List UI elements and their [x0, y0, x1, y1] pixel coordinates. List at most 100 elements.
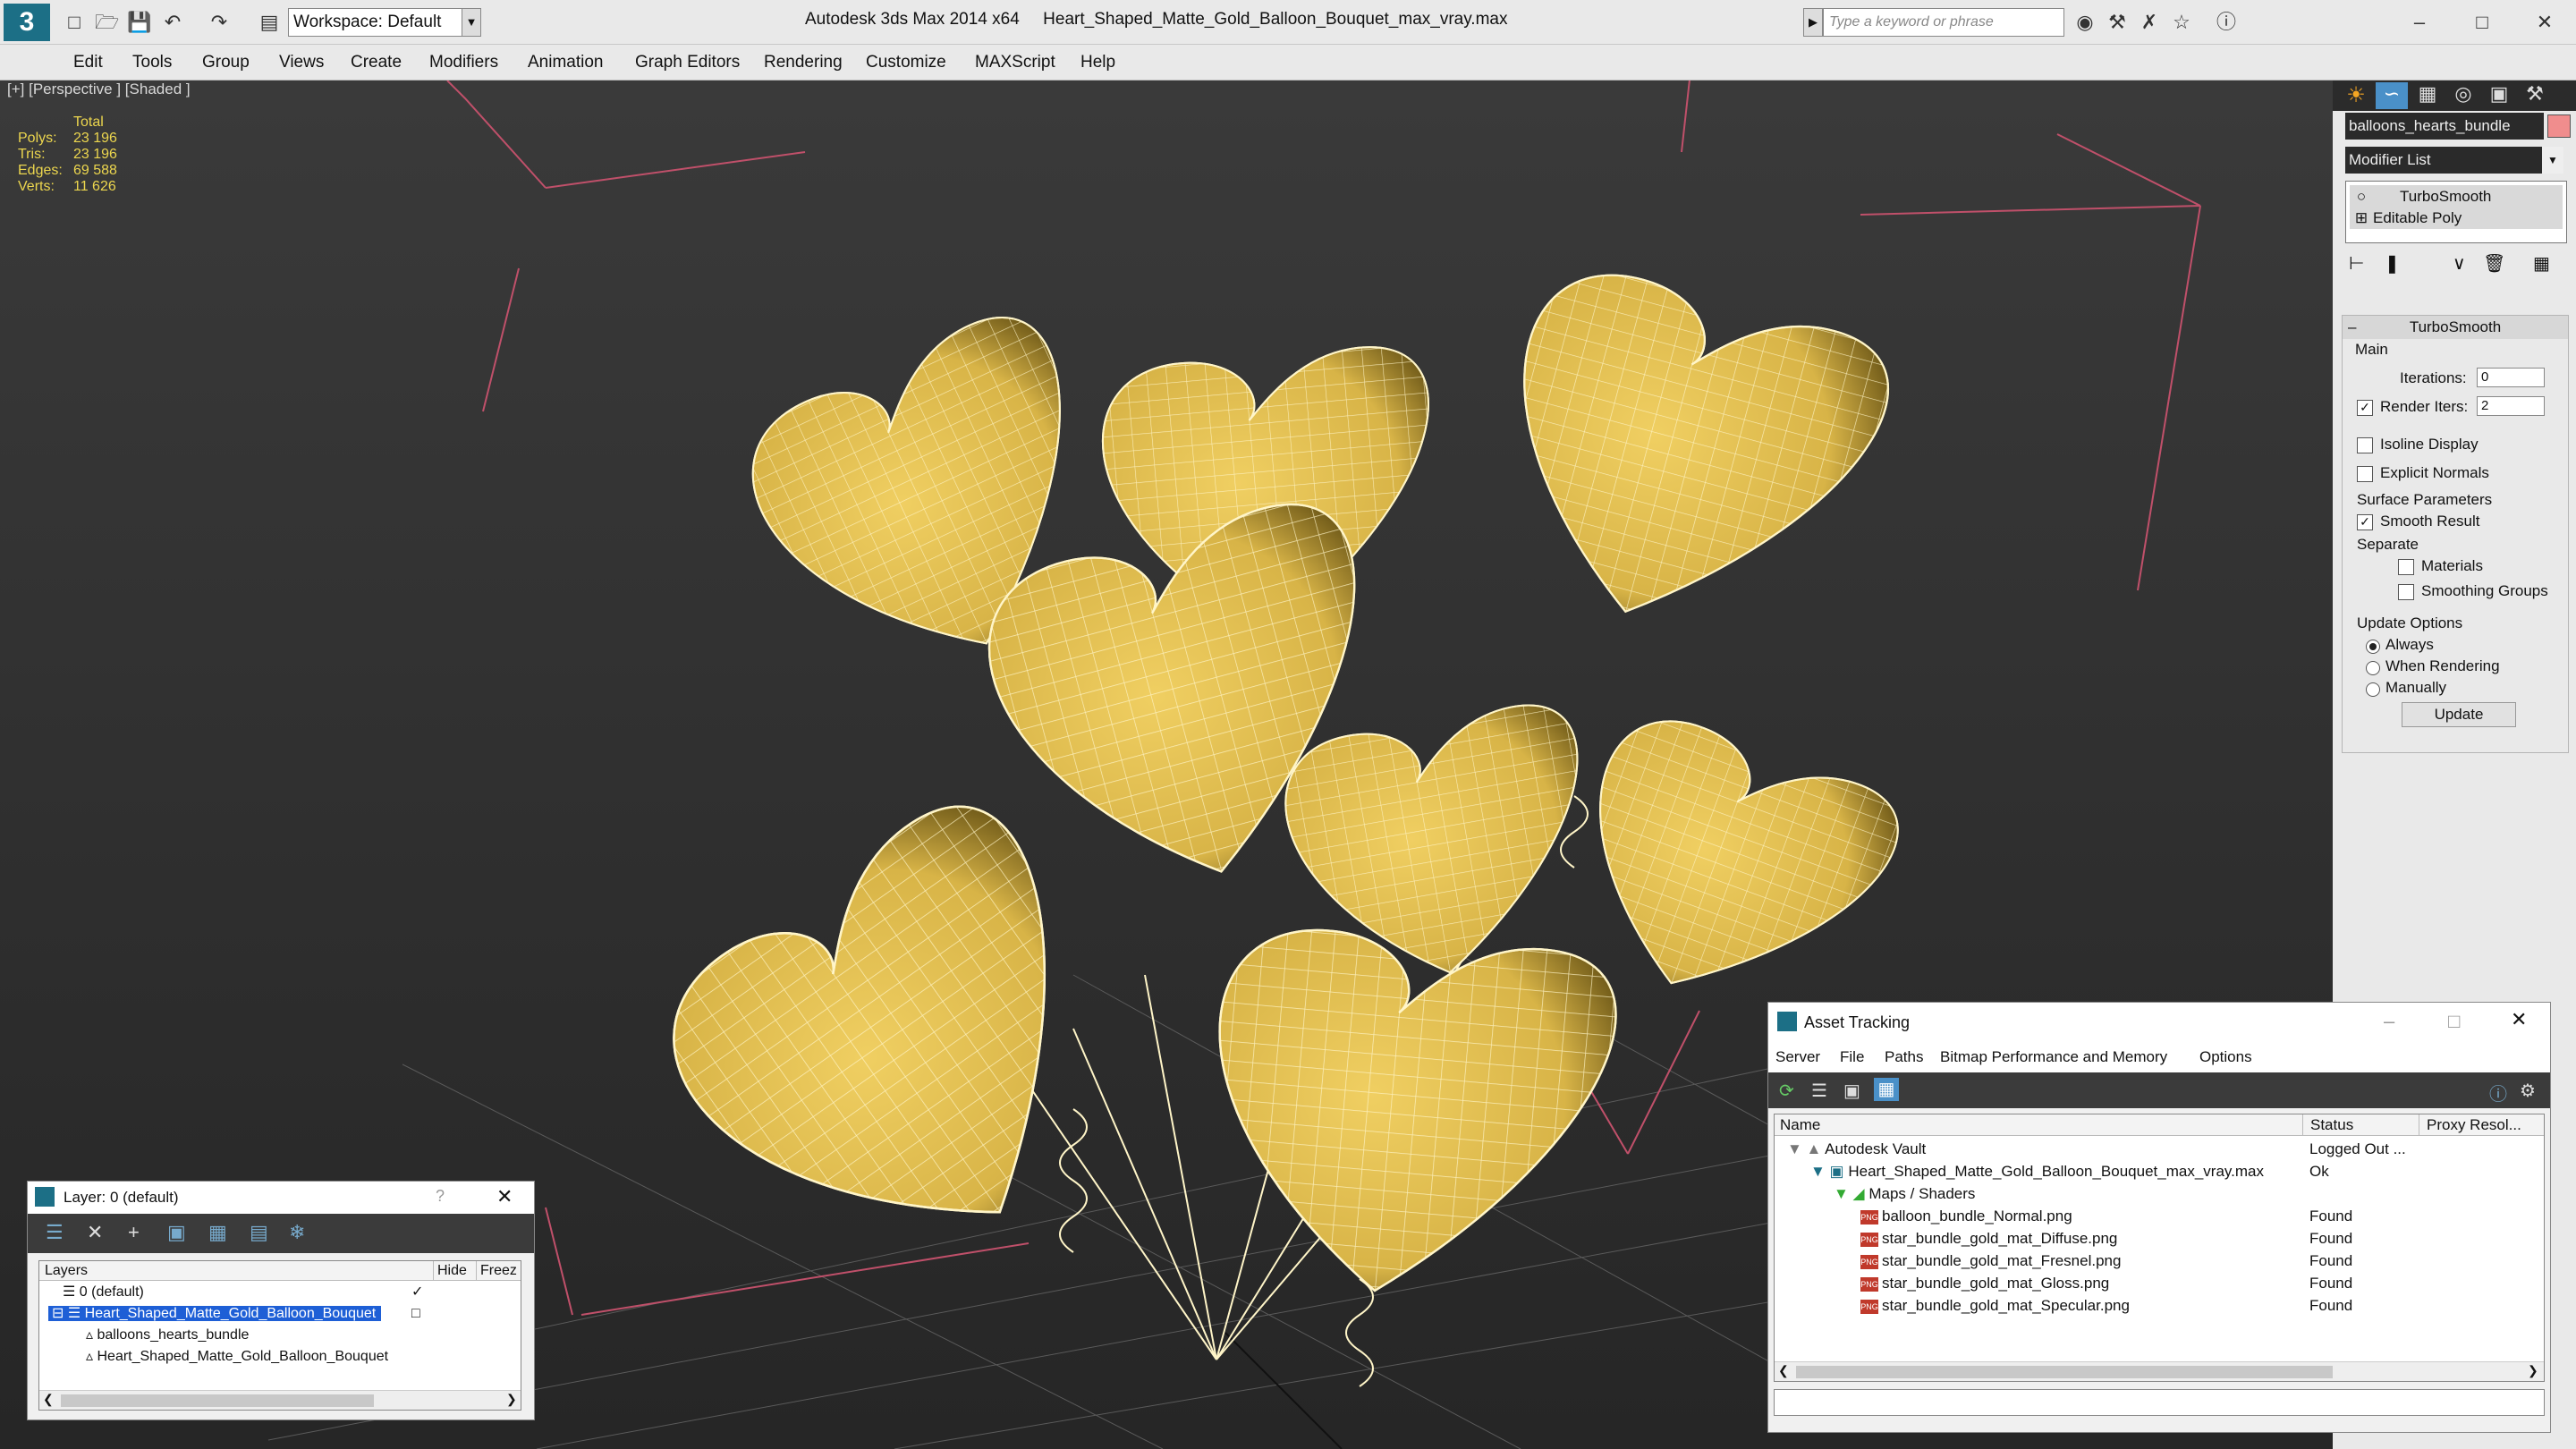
list-view-icon[interactable]: ☰ — [1811, 1080, 1827, 1102]
layer-row-selected[interactable]: ⊟ ☰ Heart_Shaped_Matte_Gold_Balloon_Bouq… — [39, 1302, 521, 1325]
new-file-icon[interactable]: □ — [63, 11, 86, 34]
delete-layer-icon[interactable]: ✕ — [87, 1221, 103, 1244]
asset-row-map[interactable]: PNG star_bundle_gold_mat_Specular.png Foun… — [1775, 1294, 2544, 1317]
asset-row-vault[interactable]: ▼ ▲ Autodesk Vault Logged Out ... — [1775, 1138, 2544, 1160]
create-tab-icon[interactable]: ☀ — [2340, 82, 2372, 109]
menu-group[interactable]: Group — [197, 45, 255, 80]
binoculars-icon[interactable]: ◉ — [2073, 11, 2097, 34]
isoline-checkbox[interactable] — [2357, 437, 2373, 453]
help-button[interactable]: ? — [436, 1187, 445, 1206]
asset-dialog-titlebar[interactable]: Asset Tracking – □ ✕ — [1768, 1003, 2550, 1042]
asset-row-map[interactable]: PNG balloon_bundle_Normal.png Found — [1775, 1205, 2544, 1227]
menu-animation[interactable]: Animation — [522, 45, 609, 80]
freeze-all-icon[interactable]: ❄ — [289, 1221, 305, 1244]
scroll-thumb[interactable] — [1796, 1366, 2333, 1378]
smoothing-groups-checkbox[interactable] — [2398, 584, 2414, 600]
scroll-right-icon[interactable]: ❯ — [2528, 1363, 2538, 1378]
col-name[interactable]: Name — [1780, 1114, 1820, 1136]
menu-customize[interactable]: Customize — [860, 45, 952, 80]
asset-horizontal-scrollbar[interactable]: ❮ ❯ — [1775, 1361, 2544, 1381]
save-icon[interactable]: 💾 — [127, 11, 151, 34]
show-end-result-icon[interactable]: ❚ — [2385, 252, 2400, 275]
update-button[interactable]: Update — [2402, 702, 2516, 727]
menu-create[interactable]: Create — [345, 45, 407, 80]
render-iters-checkbox[interactable]: ✓ — [2357, 400, 2373, 416]
asset-row-map[interactable]: PNG star_bundle_gold_mat_Diffuse.png Found — [1775, 1227, 2544, 1250]
settings-icon[interactable]: ⚙ — [2520, 1080, 2536, 1102]
col-layers[interactable]: Layers — [45, 1261, 88, 1281]
horizontal-scrollbar[interactable]: ❮ ❯ — [39, 1390, 521, 1410]
pin-stack-icon[interactable]: ⊢ — [2349, 252, 2364, 275]
col-freeze[interactable]: Freez — [476, 1261, 517, 1281]
communication-icon[interactable]: ⚒ — [2106, 11, 2129, 34]
help-icon[interactable]: ⓘ — [2489, 1080, 2507, 1106]
make-unique-icon[interactable]: ∨ — [2453, 252, 2466, 275]
exchange-icon[interactable]: ✗ — [2138, 11, 2161, 34]
col-status[interactable]: Status — [2302, 1114, 2353, 1136]
stack-item-editable-poly[interactable]: ⊞ Editable Poly — [2350, 207, 2563, 229]
close-icon[interactable]: ✕ — [496, 1185, 513, 1208]
app-logo-icon[interactable]: 3 — [4, 4, 50, 41]
asset-menu-bitmap[interactable]: Bitmap Performance and Memory — [1940, 1042, 2167, 1072]
asset-row-maps[interactable]: ▼ ◢ Maps / Shaders — [1775, 1182, 2544, 1205]
undo-icon[interactable]: ↶ — [161, 11, 184, 34]
favorites-icon[interactable]: ☆ — [2170, 11, 2193, 34]
explicit-normals-checkbox[interactable] — [2357, 466, 2373, 482]
asset-row-maxfile[interactable]: ▼ ▣ Heart_Shaped_Matte_Gold_Balloon_Bouq… — [1775, 1160, 2544, 1182]
workspace-dropdown[interactable]: Workspace: Default ▼ — [288, 8, 481, 37]
always-radio[interactable] — [2366, 640, 2380, 654]
redo-icon[interactable]: ↷ — [208, 11, 231, 34]
close-icon[interactable]: ✕ — [2533, 11, 2556, 34]
modifier-list-dropdown[interactable]: Modifier List ▼ — [2345, 147, 2563, 174]
object-color-swatch[interactable] — [2547, 114, 2571, 138]
refresh-icon[interactable]: ⟳ — [1779, 1080, 1794, 1102]
menu-tools[interactable]: Tools — [127, 45, 177, 80]
asset-row-map[interactable]: PNG star_bundle_gold_mat_Fresnel.png Found — [1775, 1250, 2544, 1272]
light-bulb-icon[interactable]: ○ — [2350, 185, 2373, 208]
stack-item-turbosmooth[interactable]: ○ TurboSmooth — [2350, 185, 2563, 208]
search-input[interactable]: Type a keyword or phrase — [1823, 8, 2064, 37]
hide-all-icon[interactable]: ▤ — [250, 1221, 268, 1244]
project-folder-icon[interactable]: ▤ — [258, 11, 281, 34]
layer-row[interactable]: ☰ 0 (default) ✓ — [39, 1281, 521, 1303]
asset-row-map[interactable]: PNG star_bundle_gold_mat_Gloss.png Found — [1775, 1272, 2544, 1294]
menu-maxscript[interactable]: MAXScript — [970, 45, 1061, 80]
render-iters-spinner[interactable]: 2 — [2477, 396, 2545, 416]
asset-menu-paths[interactable]: Paths — [1885, 1042, 1923, 1072]
menu-views[interactable]: Views — [274, 45, 329, 80]
col-hide[interactable]: Hide — [433, 1261, 467, 1281]
expand-plus-icon[interactable]: ⊞ — [2350, 207, 2373, 229]
help-icon[interactable]: ⓘ — [2215, 11, 2238, 34]
object-row[interactable]: ▵ balloons_hearts_bundle — [39, 1324, 521, 1346]
select-objects-icon[interactable]: ▣ — [167, 1221, 186, 1244]
viewport-label[interactable]: [+] [Perspective ] [Shaded ] — [7, 80, 191, 98]
open-file-icon[interactable]: 🗁 — [95, 11, 119, 34]
create-layer-icon[interactable]: ☰ — [46, 1221, 64, 1244]
maximize-icon[interactable]: □ — [2470, 11, 2494, 34]
iterations-spinner[interactable]: 0 — [2477, 368, 2545, 387]
scroll-left-icon[interactable]: ❮ — [43, 1392, 54, 1407]
search-arrow-button[interactable]: ▶ — [1803, 8, 1823, 37]
menu-modifiers[interactable]: Modifiers — [424, 45, 504, 80]
maximize-icon[interactable]: □ — [2448, 1010, 2460, 1033]
asset-menu-options[interactable]: Options — [2199, 1042, 2252, 1072]
col-proxy[interactable]: Proxy Resol... — [2419, 1114, 2521, 1136]
scroll-left-icon[interactable]: ❮ — [1778, 1363, 1789, 1378]
rollout-header[interactable]: – TurboSmooth — [2343, 316, 2568, 339]
minimize-icon[interactable]: – — [2384, 1010, 2394, 1033]
manually-radio[interactable] — [2366, 682, 2380, 697]
scroll-thumb[interactable] — [61, 1394, 374, 1407]
hierarchy-tab-icon[interactable]: ▦ — [2411, 82, 2444, 109]
workspace-arrow-button[interactable]: ▼ — [462, 8, 481, 37]
asset-menu-file[interactable]: File — [1840, 1042, 1864, 1072]
menu-edit[interactable]: Edit — [68, 45, 108, 80]
thumbnail-view-icon[interactable]: ▣ — [1843, 1080, 1860, 1102]
configure-sets-icon[interactable]: ▦ — [2533, 252, 2550, 275]
menu-help[interactable]: Help — [1075, 45, 1121, 80]
object-name-field[interactable]: balloons_hearts_bundle — [2345, 113, 2544, 140]
display-tab-icon[interactable]: ▣ — [2483, 82, 2515, 109]
close-icon[interactable]: ✕ — [2511, 1008, 2527, 1031]
layer-dialog-titlebar[interactable]: Layer: 0 (default) ? ✕ — [28, 1182, 534, 1214]
add-to-layer-icon[interactable]: + — [128, 1221, 140, 1244]
modify-tab-icon[interactable]: ∽ — [2376, 82, 2408, 109]
